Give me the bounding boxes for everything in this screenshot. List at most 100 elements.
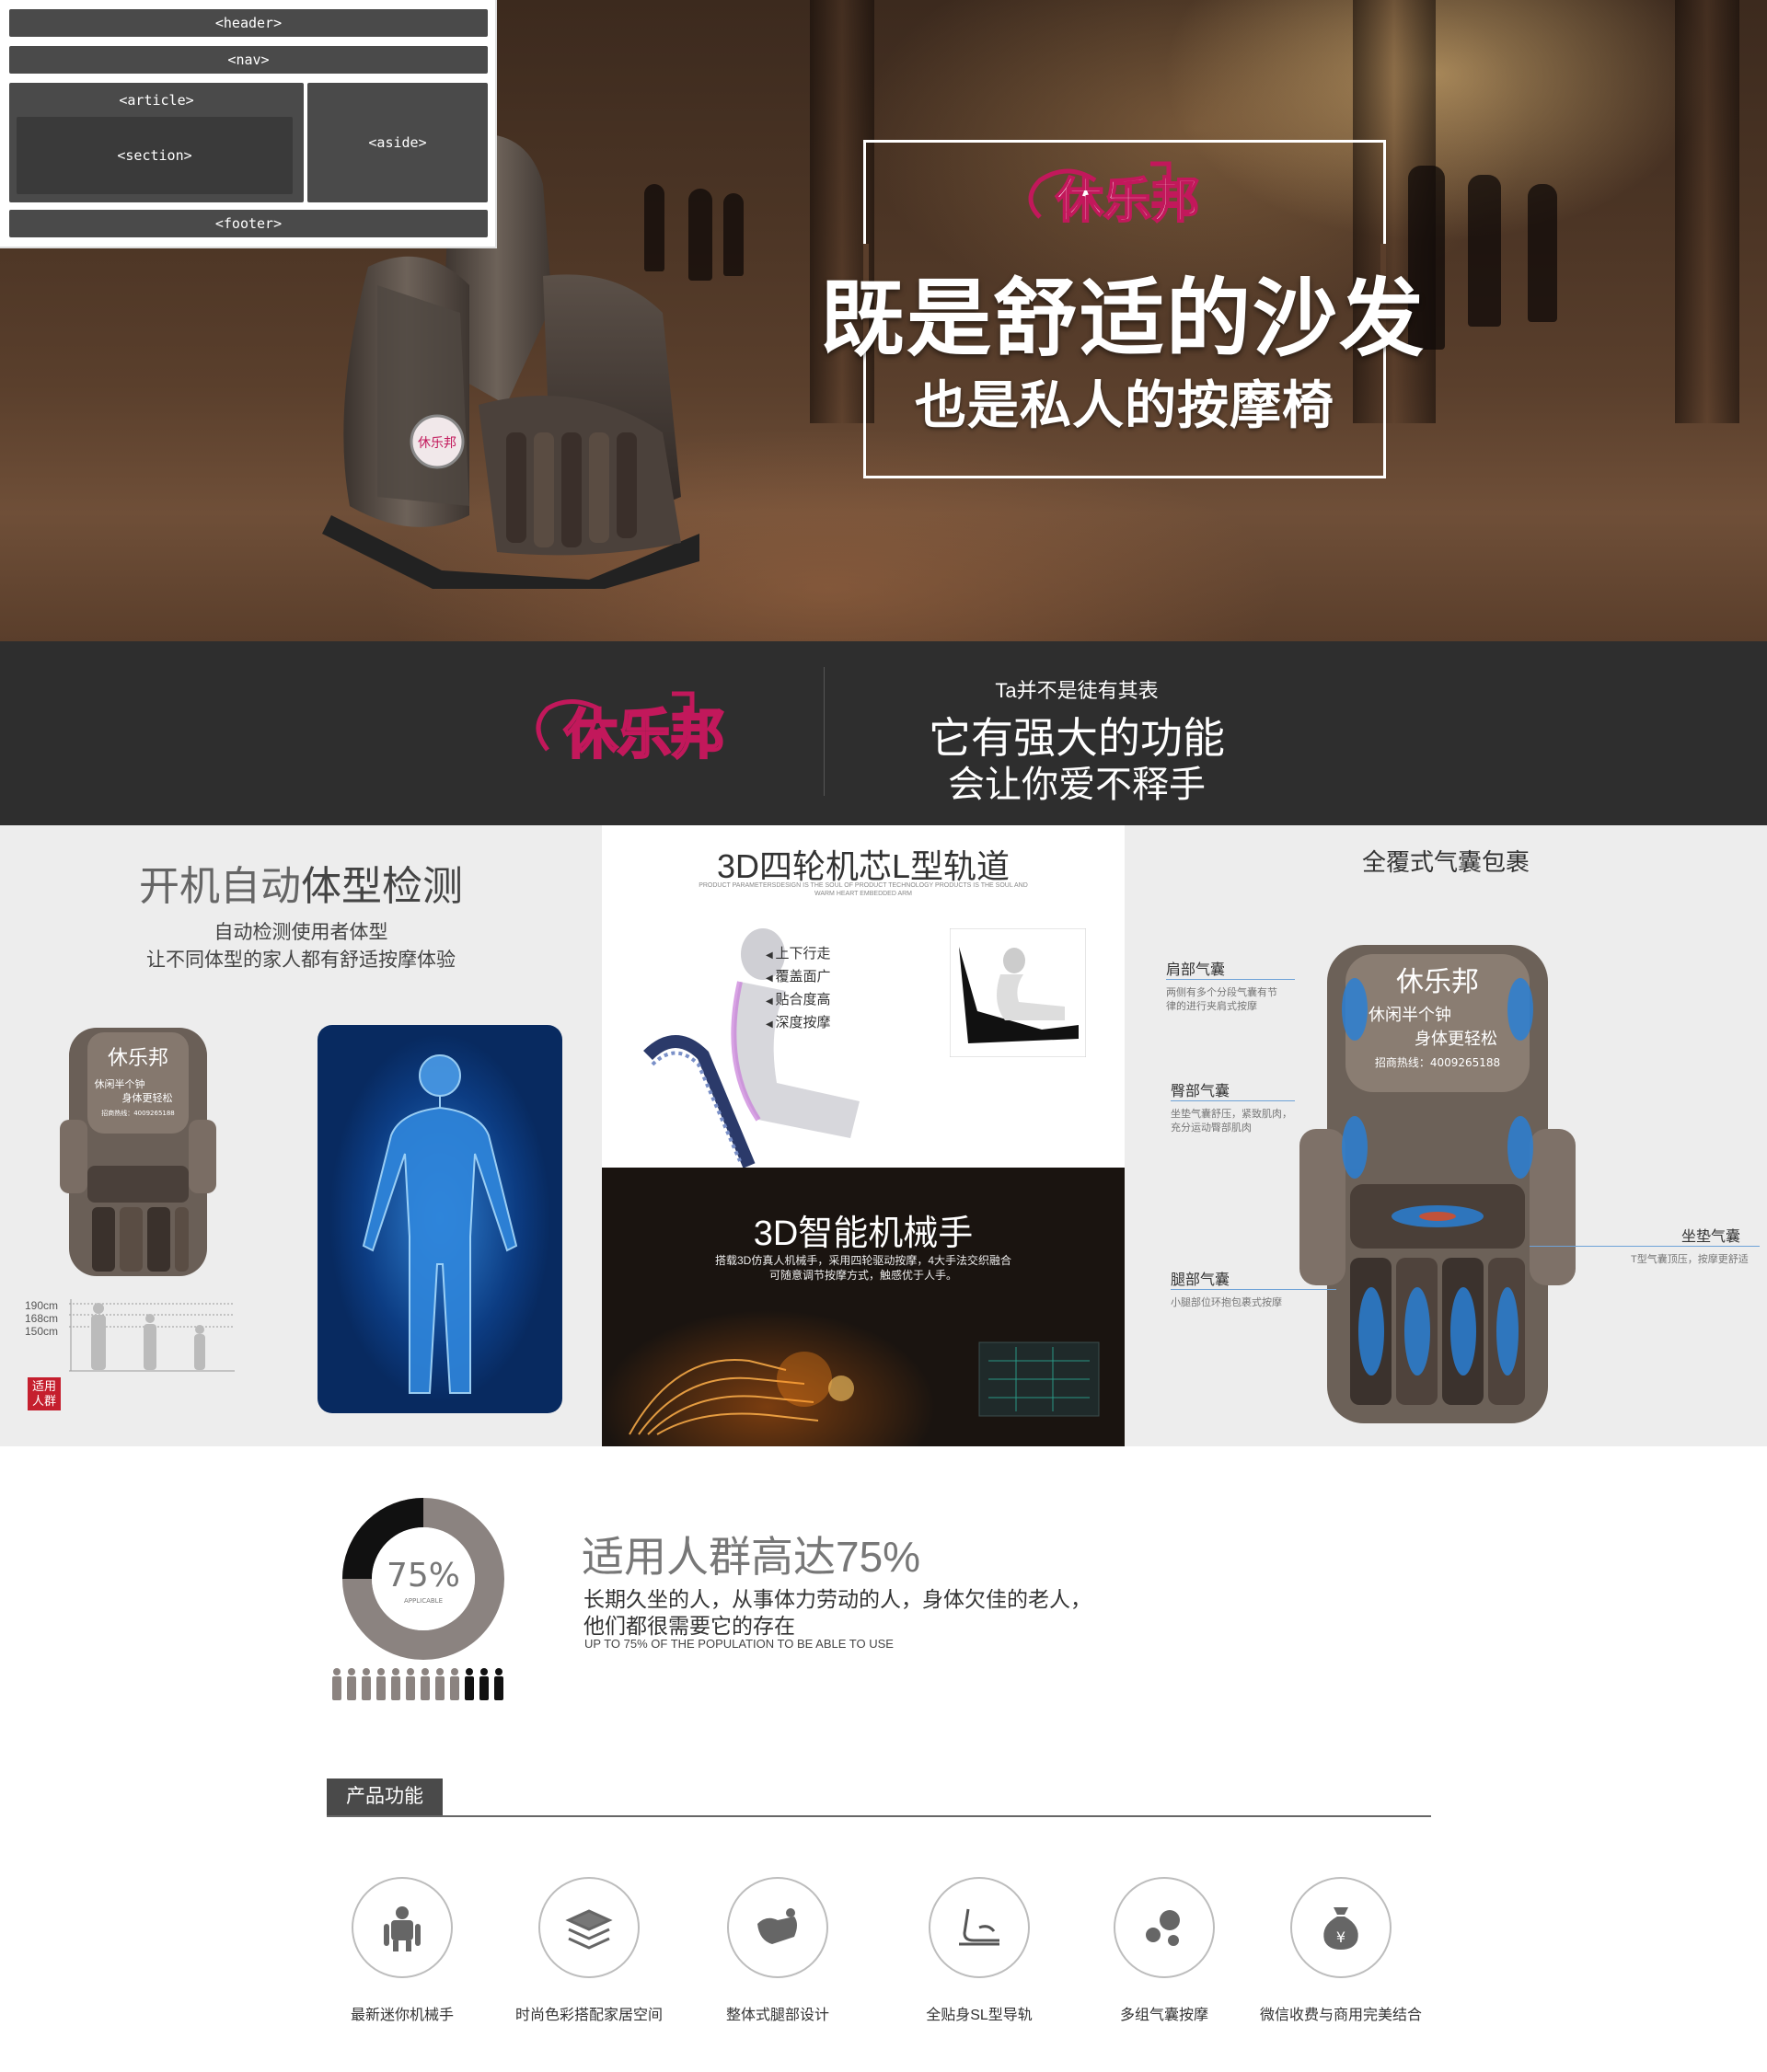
person-icon: [494, 1668, 503, 1700]
track-figure: [643, 928, 860, 1168]
person-icon: [391, 1668, 400, 1700]
svg-text:休乐邦: 休乐邦: [1396, 966, 1479, 998]
panel-airbag-wrap: 全覆式气囊包裹 休乐邦 休闲半个钟 身体更轻松 招商热线：4009265188 …: [1125, 825, 1767, 1446]
track-label: 上下行走: [766, 943, 830, 962]
feature-label: 微信收费与商用完美结合: [1259, 2008, 1422, 2023]
svg-text:招商热线：4009265188: 招商热线：4009265188: [101, 1109, 175, 1117]
person-icon: [479, 1668, 489, 1700]
track-label: 覆盖面广: [766, 966, 830, 985]
hero-headline: 既是舒适的沙发: [819, 270, 1426, 368]
airbag-shoulder-label: 肩部气囊: [1166, 962, 1226, 978]
stat-english: UP TO 75% OF THE POPULATION TO BE ABLE T…: [584, 1637, 894, 1651]
svg-text:身体更轻松: 身体更轻松: [1415, 1030, 1497, 1049]
person-icon: [465, 1668, 474, 1700]
brand-tagline-small: Ta并不是徒有其表: [995, 679, 1159, 702]
mechanical-hand-figure: [629, 1352, 854, 1435]
svg-text:休乐邦: 休乐邦: [1055, 174, 1199, 229]
panel-desc: 让不同体型的家人都有舒适按摩体验: [146, 950, 456, 971]
body-scan-card: [318, 1025, 562, 1413]
feature-label: 全贴身SL型导轨: [926, 2008, 1033, 2023]
height-190: 190cm: [25, 1299, 59, 1312]
feature-item: 整体式腿部设计: [686, 1877, 870, 2024]
overlay-aside: <aside>: [307, 83, 488, 202]
brand-logo: 休乐邦: [1028, 161, 1200, 230]
overlay-footer: <footer>: [9, 210, 488, 237]
overlay-header: <header>: [9, 9, 488, 37]
mechanical-hand-desc: 可随意调节按摩方式，触感优于人手。: [768, 1269, 957, 1282]
feature-label: 整体式腿部设计: [725, 2008, 829, 2023]
brand-tagline-2: 会让你爱不释手: [948, 765, 1206, 805]
airbag-leg-label: 腿部气囊: [1171, 1272, 1230, 1288]
svg-text:休乐邦: 休乐邦: [108, 1047, 168, 1070]
airbag-massage-chair: 休乐邦 休闲半个钟 身体更轻松 招商热线：4009265188: [1299, 945, 1576, 1423]
svg-text:休闲半个钟: 休闲半个钟: [1369, 1006, 1451, 1025]
feature-label: 时尚色彩搭配家居空间: [514, 2008, 663, 2023]
person-icon: [332, 1668, 341, 1700]
svg-text:休乐邦: 休乐邦: [563, 703, 724, 765]
person-icon: [376, 1668, 386, 1700]
applicable-badge: 适用人群: [28, 1377, 61, 1410]
svg-text:身体更轻松: 身体更轻松: [122, 1091, 173, 1104]
feature-label: 多组气囊按摩: [1119, 2008, 1208, 2023]
donut-caption: APPLICABLE: [404, 1597, 443, 1605]
background-person: [1468, 175, 1501, 327]
people-row: [332, 1668, 503, 1700]
panel-title: 全覆式气囊包裹: [1361, 848, 1530, 876]
panel-desc: 自动检测使用者体型: [214, 922, 388, 943]
panel-body-detection: 开机自动体型检测 自动检测使用者体型 让不同体型的家人都有舒适按摩体验 休乐邦 …: [0, 825, 602, 1446]
airbag-leader-line: [1530, 1246, 1760, 1247]
panel-title: 开机自动体型检测: [0, 853, 602, 912]
airbag-seat-label: 坐垫气囊: [1681, 1229, 1741, 1245]
overlay-section: <section>: [17, 117, 293, 194]
svg-text:休乐邦: 休乐邦: [418, 436, 456, 451]
html5-layout-overlay: <header> <nav> <article> <section> <asid…: [0, 0, 497, 248]
robot-hand-icon: [352, 1877, 453, 1978]
feature-item: ¥ 微信收费与商用完美结合: [1249, 1877, 1433, 2024]
money-bag-icon: ¥: [1290, 1877, 1392, 1978]
background-person: [1528, 184, 1557, 322]
circuit-board-figure: [978, 1341, 1100, 1417]
airbag-hip-desc: 坐垫气囊舒压，紧致肌肉，充分运动臀部肌肉: [1171, 1109, 1292, 1134]
airbag-leader-line: [1166, 979, 1295, 980]
body-scan-figure: [362, 1054, 518, 1394]
title-dark: 体型检测: [301, 864, 463, 909]
layers-icon: [538, 1877, 640, 1978]
applicable-donut: 75% APPLICABLE: [342, 1498, 504, 1660]
feature-label: 最新迷你机械手: [350, 2008, 454, 2023]
feature-item: 多组气囊按摩: [1072, 1877, 1256, 2024]
sl-rail-icon: [929, 1877, 1030, 1978]
feature-item: 最新迷你机械手: [310, 1877, 494, 2024]
height-silhouettes: [69, 1299, 235, 1372]
mechanical-hand-title: 3D智能机械手: [753, 1214, 974, 1253]
track-label: 深度按摩: [766, 1012, 830, 1031]
person-icon: [421, 1668, 430, 1700]
airbag-shoulder-desc: 两侧有多个分段气囊有节律的进行夹肩式按摩: [1166, 987, 1277, 1012]
airbag-leg-desc: 小腿部位环抱包裹式按摩: [1171, 1297, 1282, 1308]
title-light: 开机自动: [139, 864, 301, 909]
background-pillar: [1675, 0, 1739, 423]
person-icon: [362, 1668, 371, 1700]
person-icon: [406, 1668, 415, 1700]
brand-logo: 休乐邦: [536, 691, 725, 766]
feature-item: 时尚色彩搭配家居空间: [497, 1877, 681, 2024]
airbag-leader-line: [1171, 1100, 1295, 1101]
small-massage-chair: 休乐邦 休闲半个钟 身体更轻松 招商热线：4009265188: [60, 1028, 216, 1276]
brand-divider: [824, 667, 825, 796]
panel-3d-track: 3D四轮机芯L型轨道 PRODUCT PARAMETERSDESIGN IS T…: [602, 825, 1125, 1446]
donut-value: 75%: [387, 1557, 460, 1594]
airbag-dots-icon: [1114, 1877, 1215, 1978]
features-tab[interactable]: 产品功能: [327, 1778, 443, 1815]
height-150: 150cm: [25, 1325, 59, 1338]
leg-rest-icon: [727, 1877, 828, 1978]
feature-item: 全贴身SL型导轨: [887, 1877, 1071, 2024]
person-icon: [347, 1668, 356, 1700]
features-rule: [327, 1815, 1431, 1817]
overlay-article-label: <article>: [119, 92, 194, 109]
svg-text:¥: ¥: [1336, 1928, 1345, 1946]
person-icon: [435, 1668, 445, 1700]
track-label: 贴合度高: [766, 989, 830, 1008]
person-icon: [450, 1668, 459, 1700]
stat-title: 适用人群高达75%: [582, 1533, 921, 1581]
airbag-hip-label: 臀部气囊: [1171, 1084, 1230, 1099]
airbag-leader-line: [1171, 1289, 1336, 1290]
